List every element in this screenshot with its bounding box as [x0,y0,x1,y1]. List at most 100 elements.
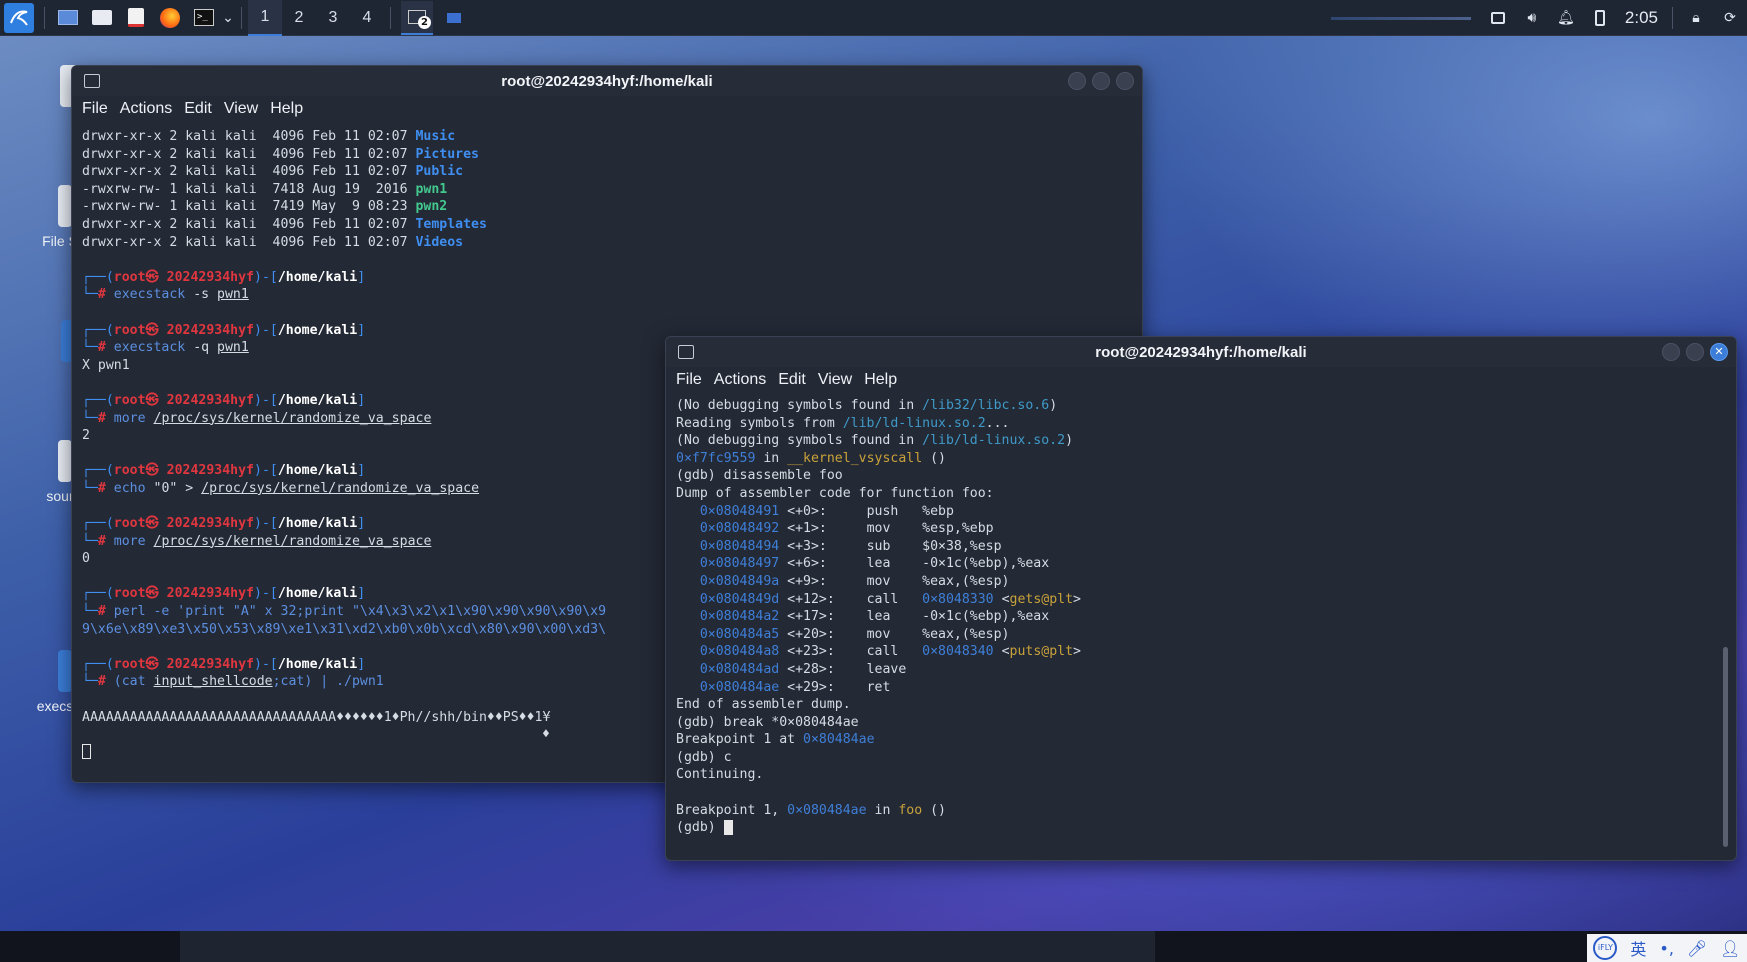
menu-edit[interactable]: Edit [184,100,212,118]
gdb-text: 0×f7fc9559 [676,450,756,466]
maximize-button[interactable] [1686,343,1704,361]
command-args: "0" > [153,480,194,496]
minimize-button[interactable] [1068,72,1086,90]
asm-symbol: puts@plt [1009,644,1074,660]
clock[interactable]: 2:05 [1625,8,1658,28]
command-args: -s [193,287,210,303]
ls-filename: Music [415,129,456,144]
ls-permissions: drwxr-xr-x 2 kali kali 4096 Feb 11 02:07 [82,164,416,180]
prompt-dir: /home/kali [277,322,358,338]
microphone-icon[interactable]: 🎤︎ [1687,939,1707,958]
notification-bell-icon[interactable]: 🔔︎ [1555,5,1577,31]
terminal-window-gdb[interactable]: root@20242934hyf:/home/kali ✕ File Actio… [665,336,1737,861]
terminal-icon[interactable]: >_ [191,5,217,31]
gdb-text: (No debugging symbols found in [676,433,923,449]
gdb-output[interactable]: (No debugging symbols found in /lib32/li… [666,397,1736,837]
asm-symbol: gets@plt [1009,591,1074,607]
command-file: /proc/sys/kernel/randomize_va_space [153,410,432,426]
ls-permissions: drwxr-xr-x 2 kali kali 4096 Feb 11 02:07 [82,216,416,232]
prompt-dir: /home/kali [277,586,358,602]
volume-icon[interactable]: 🔊︎ [1521,5,1543,31]
command-file: pwn1 [217,340,249,356]
asm-line: 0×08048494 <+3>: sub $0×38,%esp [676,538,1736,556]
menu-actions[interactable]: Actions [714,371,766,389]
workspace-4[interactable]: 4 [350,0,384,36]
asm-address: 0×08048494 [699,538,780,554]
prompt-hash: # [97,674,114,690]
prompt-hash: └─ [82,604,98,620]
show-desktop-icon[interactable] [55,5,81,31]
ls-permissions: -rwxrw-rw- 1 kali kali 7418 Aug 19 2016 [82,181,416,197]
menu-view[interactable]: View [818,371,852,389]
gdb-line: (No debugging symbols found in /lib/ld-l… [676,432,1736,450]
input-method-bar[interactable]: iFLY 英 •, 🎤︎ 👤︎ [1587,934,1747,962]
window-titlebar[interactable]: root@20242934hyf:/home/kali [72,66,1142,96]
close-button[interactable]: ✕ [1710,343,1728,361]
menu-actions[interactable]: Actions [120,100,172,118]
file-manager-icon[interactable] [89,5,115,31]
output-text: X pwn1 [82,357,130,373]
prompt-hash: # [97,410,114,426]
battery-icon[interactable] [1589,5,1611,31]
workspace-3[interactable]: 3 [316,0,350,36]
prompt-hash: # [97,480,114,496]
display-icon[interactable] [1487,5,1509,31]
asm-offset: <+12>: [779,591,867,607]
firefox-icon[interactable] [157,5,183,31]
gdb-text: (gdb) break *0×080484ae [676,714,859,730]
text-editor-icon[interactable] [123,5,149,31]
asm-offset: <+17>: [779,609,867,625]
maximize-button[interactable] [1092,72,1110,90]
menu-bar: File Actions Edit View Help [72,96,1142,122]
scrollbar[interactable] [1723,647,1728,847]
lock-icon[interactable]: 🔒︎ [1685,5,1707,31]
power-icon[interactable]: ⟳ [1719,5,1741,31]
workspace-2[interactable]: 2 [282,0,316,36]
menu-view[interactable]: View [224,100,258,118]
user-icon[interactable]: 👤︎ [1720,939,1740,958]
terminal-task-icon[interactable]: 2 [401,0,433,35]
menu-file[interactable]: File [676,371,702,389]
window-task-icon[interactable] [441,5,467,31]
ls-permissions: -rwxrw-rw- 1 kali kali 7419 May 9 08:23 [82,199,416,215]
asm-target: 0×8048340 [922,644,994,660]
asm-address: 0×08048492 [699,521,780,537]
window-thumbnail[interactable] [180,931,1155,962]
gdb-line: Reading symbols from /lib/ld-linux.so.2.… [676,415,1736,433]
prompt-dir: /home/kali [277,269,358,285]
minimize-button[interactable] [1662,343,1680,361]
menu-file[interactable]: File [82,100,108,118]
prompt-corner: ┌──( [82,586,114,602]
prompt-hash: # [97,533,114,549]
window-titlebar[interactable]: root@20242934hyf:/home/kali ✕ [666,337,1736,367]
asm-line: 0×0804849d <+12>: call 0×8048330 <gets@p… [699,591,1081,607]
asm-line: 0×080484a5 <+20>: mov %eax,(%esp) [676,626,1736,644]
taskbar: >_ ⌄ 1 2 3 4 2 🔊︎ 🔔︎ 2:05 🔒︎ ⟳ [0,0,1747,36]
prompt-end: ] [357,463,366,479]
window-title: root@20242934hyf:/home/kali [501,72,713,90]
menu-help[interactable]: Help [270,100,303,118]
menu-edit[interactable]: Edit [778,371,806,389]
workspace-1[interactable]: 1 [248,0,282,36]
asm-line: 0×08048497 <+6>: lea -0×1c(%ebp),%eax [676,555,1736,573]
gdb-text: /lib/ld-linux.so.2 [922,433,1066,449]
prompt-hash: └─ [82,533,98,549]
chevron-down-icon[interactable]: ⌄ [221,5,235,31]
gdb-line: (gdb) disassemble foo [676,467,1736,485]
kali-menu-icon[interactable] [4,2,34,33]
perl-command: 9\x6e\x89\xe3\x50\x53\x89\xe1\x31\xd2\xb… [82,621,607,637]
gdb-text: __kernel_vsyscall [787,450,923,466]
menu-help[interactable]: Help [864,371,897,389]
ime-logo-icon[interactable]: iFLY [1593,936,1618,960]
asm-instruction: mov %eax,(%esp) [866,626,1010,642]
close-button[interactable] [1116,72,1134,90]
ls-permissions: drwxr-xr-x 2 kali kali 4096 Feb 11 02:07 [82,129,416,144]
gdb-text: in [755,450,788,466]
ime-punctuation-icon[interactable]: •, [1659,939,1674,958]
gdb-text: (No debugging symbols found in [676,398,923,413]
gdb-text: Breakpoint 1, [676,802,788,818]
ime-language[interactable]: 英 [1630,936,1646,960]
asm-address: 0×0804849d [699,591,780,607]
